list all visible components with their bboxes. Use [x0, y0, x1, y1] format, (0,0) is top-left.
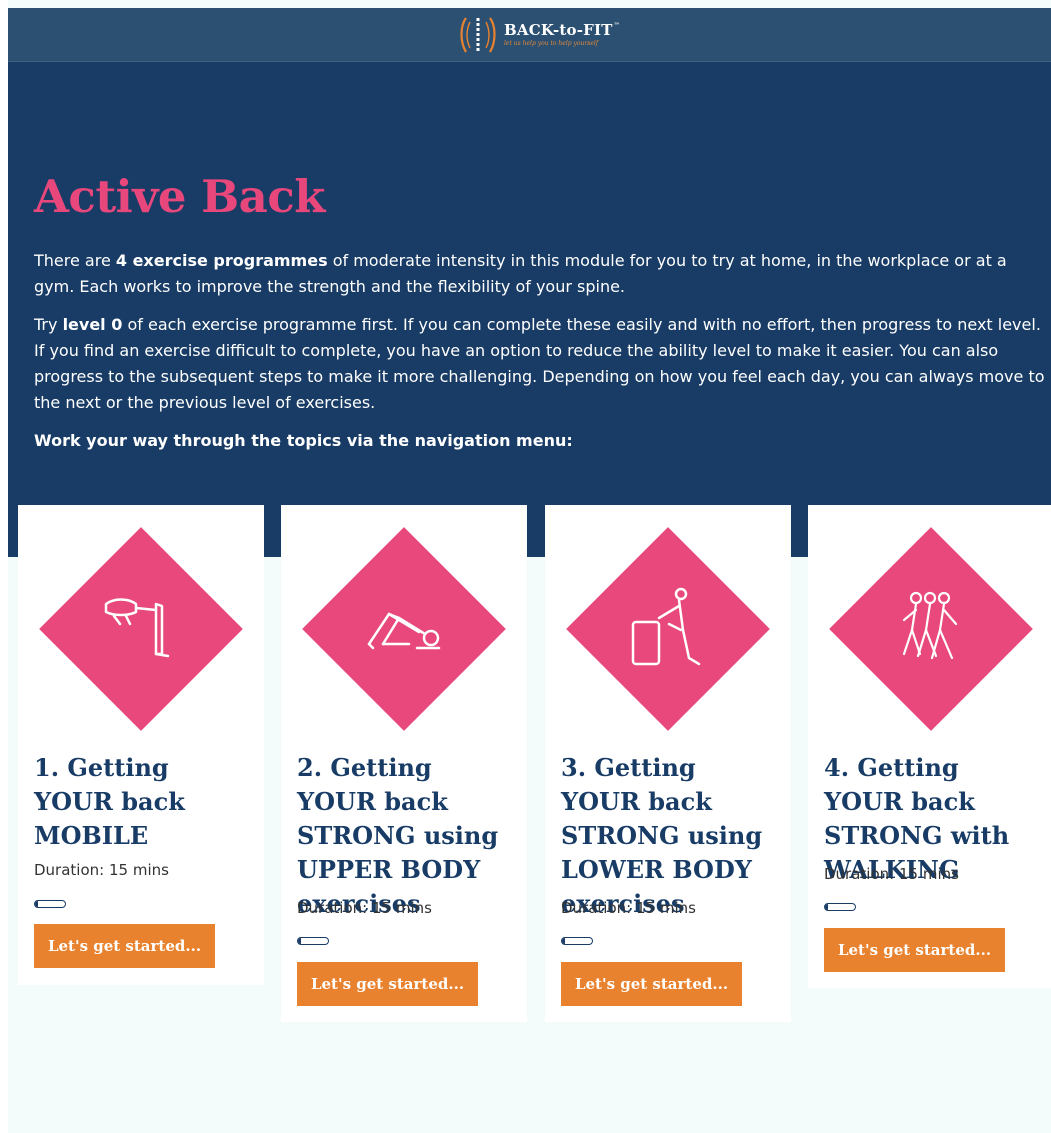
card-3-duration: Duration: 15 mins [561, 899, 696, 917]
card-4-start-button[interactable]: Let's get started... [824, 928, 1005, 972]
logo-tagline: let us help you to help yourself [504, 40, 599, 47]
intro-bold-1: 4 exercise programmes [115, 251, 328, 270]
card-2-progress-fill [298, 938, 301, 944]
card-1-start-button[interactable]: Let's get started... [34, 924, 215, 968]
plank-figure-icon [367, 612, 441, 650]
card-4-progress-bar [824, 903, 856, 911]
navigation-prompt: Work your way through the topics via the… [34, 431, 573, 450]
card-1-title: 1. Getting YOUR back MOBILE [34, 753, 185, 850]
card-3-title: 3. Getting YOUR back STRONG using LOWER … [561, 753, 763, 918]
programme-card-3[interactable]: 3. Getting YOUR back STRONG using LOWER … [545, 505, 791, 1022]
card-1-progress-fill [35, 901, 38, 907]
spine-logo-icon [460, 17, 496, 53]
programme-card-1[interactable]: 1. Getting YOUR back MOBILE Duration: 15… [18, 505, 264, 985]
page-title: Active Back [34, 170, 325, 223]
card-4-progress-fill [825, 904, 828, 910]
trademark-symbol: ™ [613, 22, 620, 29]
intro-text: There are 4 exercise programmes of moder… [34, 248, 1046, 466]
card-2-duration: Duration: 15 mins [297, 899, 432, 917]
hero-section: Active Back There are 4 exercise program… [8, 62, 1051, 557]
card-2-title: 2. Getting YOUR back STRONG using UPPER … [297, 753, 499, 918]
logo-name: BACK-to-FIT [504, 21, 613, 39]
intro-bold-2: level 0 [62, 315, 123, 334]
card-3-progress-fill [562, 938, 565, 944]
programme-card-2[interactable]: 2. Getting YOUR back STRONG using UPPER … [281, 505, 527, 1022]
intro-paragraph-1: There are 4 exercise programmes of moder… [34, 248, 1046, 300]
intro-text-2b: of each exercise programme first. If you… [34, 315, 1045, 412]
stretching-figure-icon [104, 598, 170, 658]
back-to-fit-logo[interactable]: BACK-to-FIT™ let us help you to help you… [458, 11, 620, 57]
card-3-start-button[interactable]: Let's get started... [561, 962, 742, 1006]
card-1-progress-bar [34, 900, 66, 908]
intro-text-2a: Try [34, 315, 63, 334]
programme-card-4[interactable]: 4. Getting YOUR back STRONG with WALKING… [808, 505, 1051, 988]
card-4-duration: Duration: 15 mins [824, 865, 959, 883]
card-2-start-button[interactable]: Let's get started... [297, 962, 478, 1006]
page: BACK-to-FIT™ let us help you to help you… [8, 0, 1051, 1133]
intro-paragraph-2: Try level 0 of each exercise programme f… [34, 312, 1046, 416]
walking-group-icon [902, 591, 958, 660]
top-bar: BACK-to-FIT™ let us help you to help you… [8, 8, 1051, 62]
step-up-figure-icon [631, 587, 701, 666]
card-1-duration: Duration: 15 mins [34, 861, 169, 879]
card-2-progress-bar [297, 937, 329, 945]
card-3-progress-bar [561, 937, 593, 945]
intro-text-1a: There are [34, 251, 116, 270]
